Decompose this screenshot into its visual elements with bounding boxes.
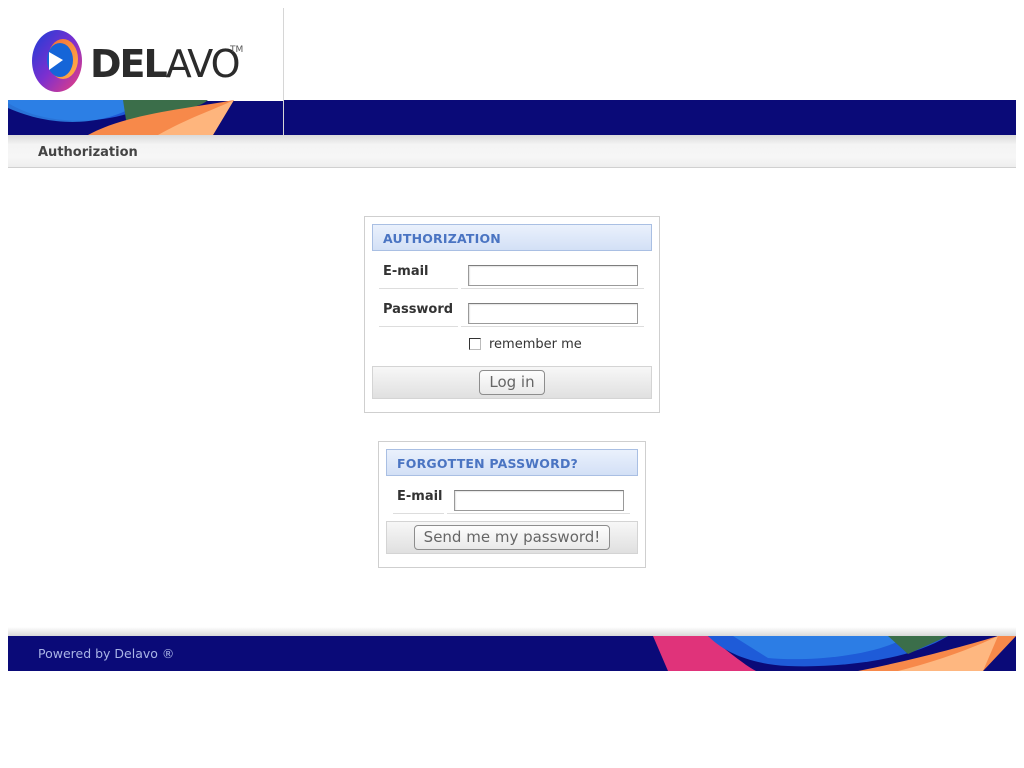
site-header: DELAVO TM [8, 8, 1016, 135]
logo-area: DELAVO TM [8, 8, 284, 135]
forgot-button-bar: Send me my password! [386, 521, 638, 554]
forgot-password-panel-title: FORGOTTEN PASSWORD? [386, 449, 638, 476]
breadcrumb: Authorization [8, 135, 1016, 168]
breadcrumb-item-authorization: Authorization [38, 145, 138, 160]
brand-word-light: AVO [165, 42, 241, 86]
forgot-email-row: E-mail [386, 476, 638, 514]
forgot-password-panel: FORGOTTEN PASSWORD? E-mail Send me my pa… [378, 441, 646, 568]
password-field[interactable] [468, 303, 638, 324]
delavo-logo-icon [32, 30, 82, 92]
email-label: E-mail [383, 264, 429, 279]
remember-me-checkbox[interactable] [469, 338, 481, 350]
remember-row: remember me [372, 327, 652, 360]
login-panel: AUTHORIZATION E-mail Password remember m… [364, 216, 660, 413]
forgot-email-label: E-mail [397, 489, 443, 504]
footer-shadow [8, 627, 1016, 636]
brand-word-bold: DEL [90, 42, 168, 86]
row-divider [447, 513, 630, 514]
email-field[interactable] [468, 265, 638, 286]
remember-me-label[interactable]: remember me [489, 337, 582, 352]
powered-by-text: Powered by Delavo ® [38, 646, 175, 661]
email-row: E-mail [372, 251, 652, 289]
brand-wordmark: DELAVO [90, 42, 241, 86]
login-button-bar: Log in [372, 366, 652, 399]
site-footer: Powered by Delavo ® [8, 636, 1016, 671]
password-label: Password [383, 302, 454, 317]
log-in-button[interactable]: Log in [479, 370, 545, 395]
send-password-button[interactable]: Send me my password! [413, 525, 611, 550]
forgot-email-field[interactable] [454, 490, 624, 511]
login-panel-title: AUTHORIZATION [372, 224, 652, 251]
row-divider [393, 513, 444, 514]
password-row: Password [372, 289, 652, 327]
trademark-mark: TM [230, 45, 244, 55]
